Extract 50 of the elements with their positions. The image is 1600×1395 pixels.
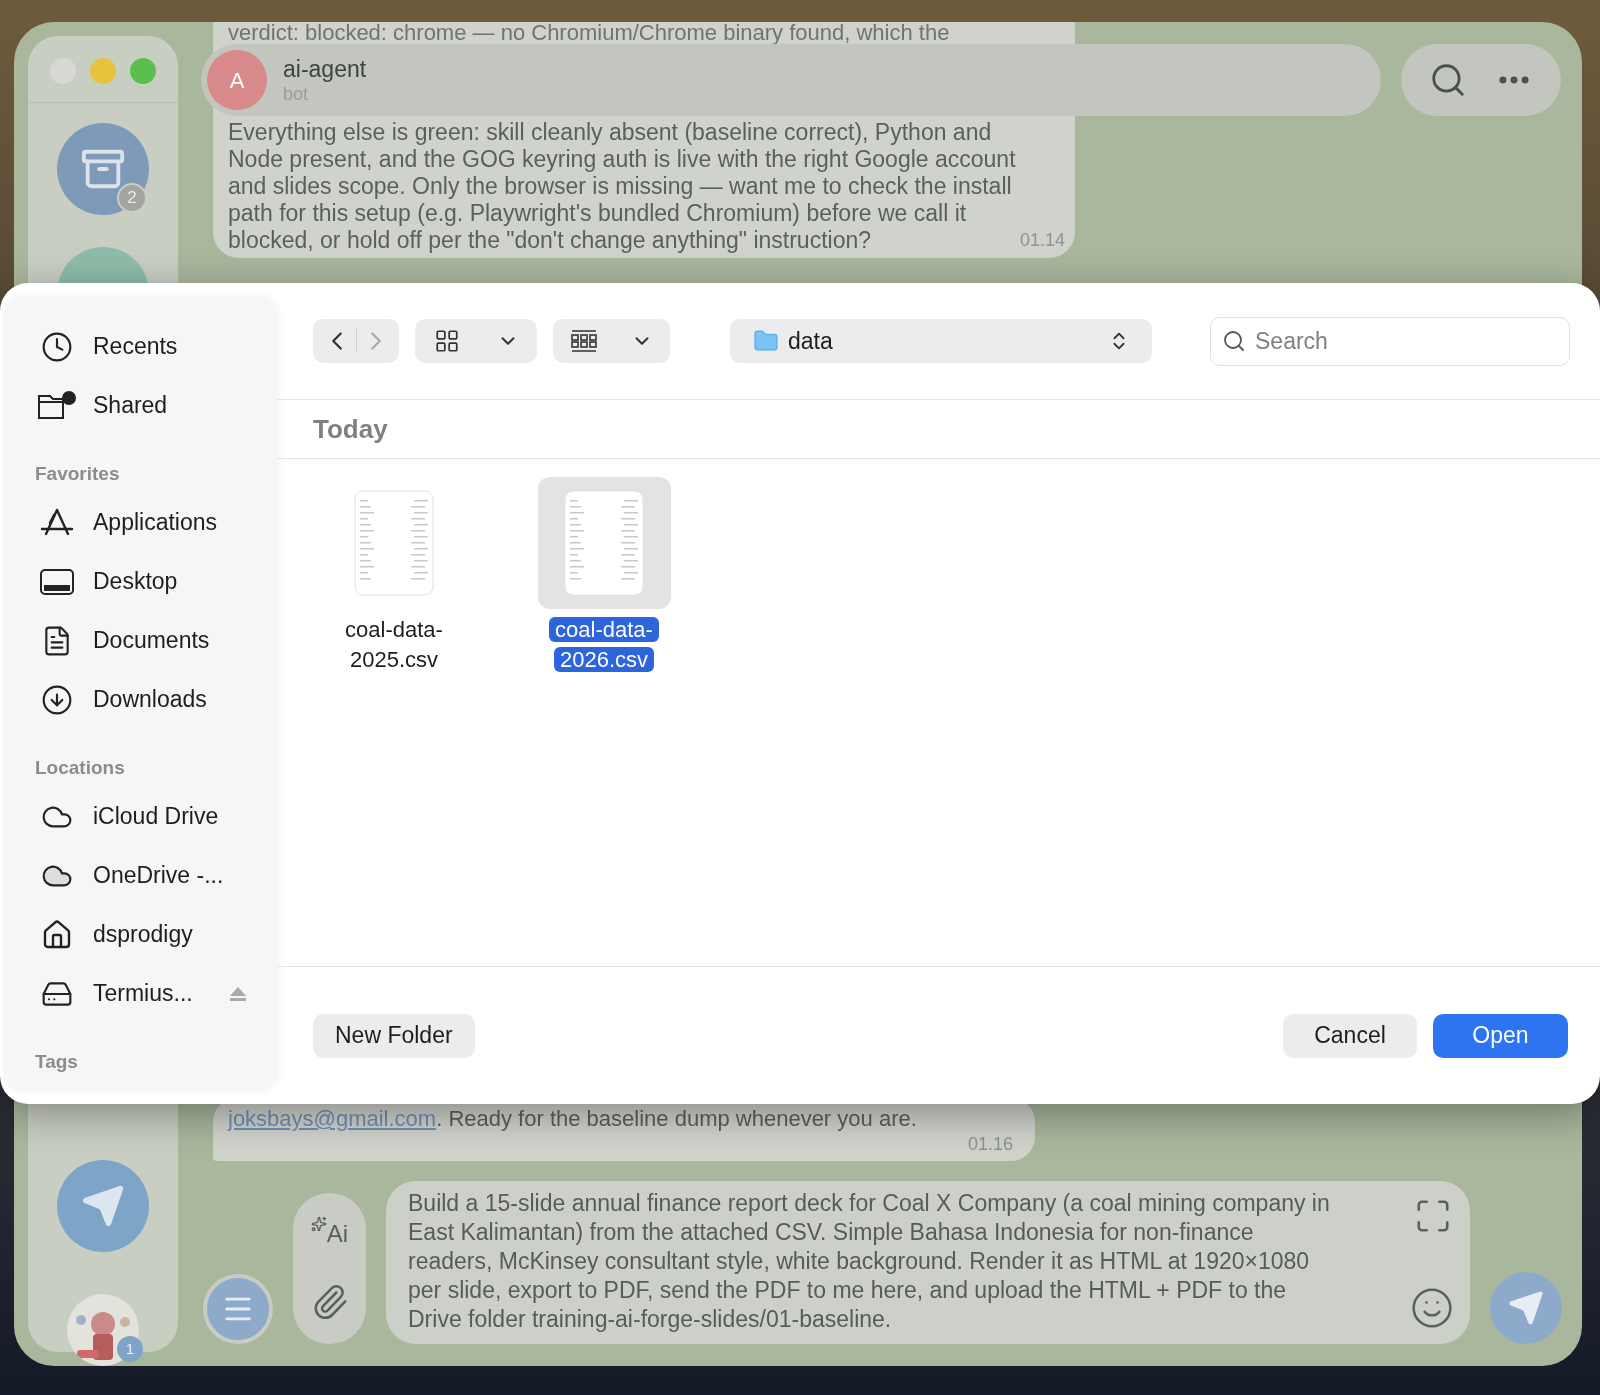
section-title: Today [313,412,388,446]
message-text: joksbays@gmail.com. Ready for the baseline dump whenever you are. [228,1105,918,1133]
view-mode-button[interactable] [415,319,537,363]
sidebar-item[interactable]: Documents [35,611,277,670]
sidebar-item[interactable]: Applications [35,493,277,552]
sidebar-section-header: Locations [35,755,126,780]
message-text: verdict: blocked: chrome — no Chromium/Chrome binary found, which the [228,22,951,43]
new-folder-button[interactable]: New Folder [313,1013,475,1058]
sidebar-section-header: Tags [35,1049,79,1074]
sidebar-item[interactable]: OneDrive -... [35,846,277,905]
download-icon [41,683,73,716]
message-text: Everything else is green: skill cleanly absent (baseline correct), Python and Node present, and the GOG keyring auth is live with the right Google account and slides scope. Only the browser is missing — want me to check the install path for this setup (e.g. Playwright's bundled Chromium) before we call it blocked, or hold off per the "don't change anything" instruction? [228,119,1017,254]
message-time: 01.16 [967,1133,1013,1155]
home-icon [41,918,73,951]
file-name: coal-data-2025.csv [344,616,444,674]
chat-title: ai-agent [283,55,367,83]
message-time: 01.14 [1019,229,1065,252]
unread-count: 2 [117,183,147,213]
cancel-button[interactable]: Cancel [1283,1013,1417,1058]
sidebar-item[interactable]: Downloads [35,670,277,729]
ai-button[interactable]: Ai [310,1216,349,1253]
grid-icon [433,328,460,354]
emoji-icon[interactable] [1410,1286,1454,1330]
unread-count: 1 [117,1336,143,1362]
sidebar-item[interactable]: Desktop [35,552,277,611]
gallery-icon [569,329,598,353]
search-icon[interactable] [1429,61,1467,99]
sidebar-item[interactable]: Recents [35,317,277,376]
sidebar-item[interactable]: Shared [35,376,277,435]
search-icon [1222,328,1246,353]
csv-file-icon [564,490,644,596]
open-button[interactable]: Open [1433,1013,1568,1058]
paper-plane-icon [1508,1290,1544,1326]
search-field[interactable]: Search [1210,316,1570,366]
eject-icon[interactable] [229,985,247,1002]
sidebar-item[interactable]: Termius... [35,964,277,1023]
shared-folder-icon [37,389,77,422]
sidebar-section-header: Favorites [35,461,121,486]
expand-icon[interactable] [1414,1197,1452,1235]
clock-icon [41,330,73,363]
sidebar-item[interactable]: iCloud Drive [35,787,277,846]
location-dropdown[interactable]: data [730,319,1152,363]
sparkle-icon [310,1216,327,1233]
sidebar-item[interactable]: dsprodigy [35,905,277,964]
file-item[interactable]: coal-data-2025.csv [309,477,479,675]
paper-plane-icon [81,1184,125,1228]
desktop-icon [39,566,75,597]
group-mode-button[interactable] [553,319,670,363]
message-input[interactable]: Build a 15-slide annual finance report deck for Coal X Company (a coal mining company in East Kalimantan) from the attached CSV. Simple Bahasa Indonesia for non-finance readers, McKinsey consultant style, white background. Render it as HTML at 1920×1080 per slide, export to PDF, send the PDF to me here, and upload the HTML + PDF to the Drive folder training-ai-forge-slides/01-baseline. [386,1181,1470,1344]
csv-file-icon [354,490,434,596]
